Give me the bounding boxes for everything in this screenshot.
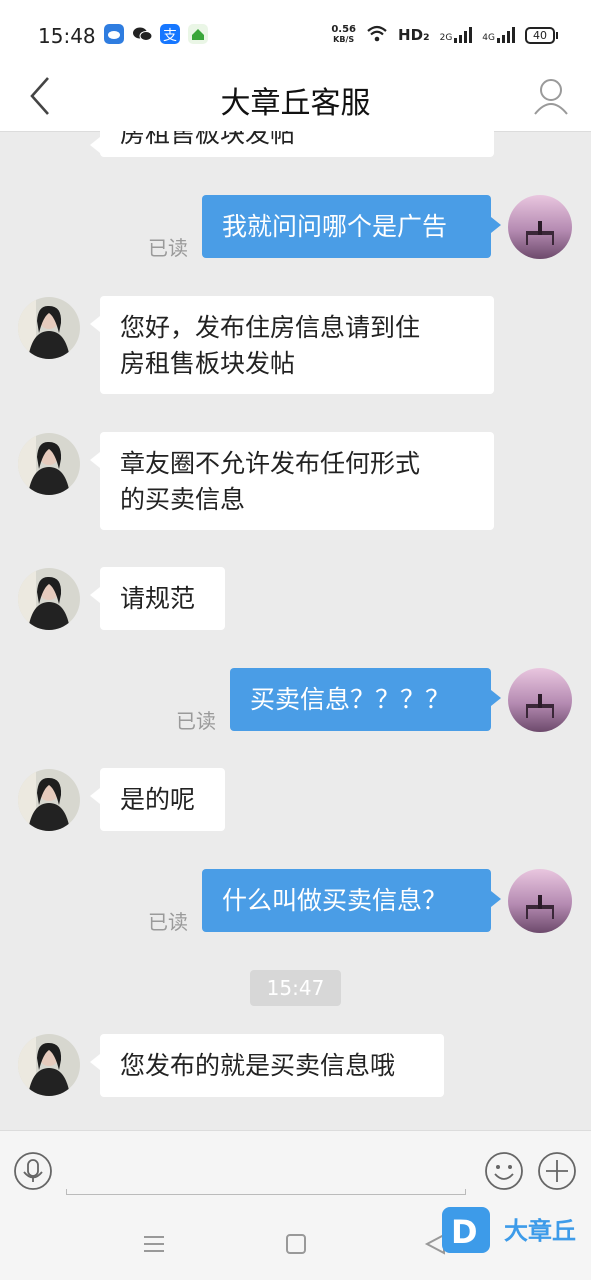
wechat-icon	[132, 24, 153, 44]
timestamp-chip: 15:47	[250, 970, 341, 1006]
message-bubble: 请规范	[90, 567, 225, 630]
read-receipt: 已读	[176, 709, 216, 733]
message-bubble: 买卖信息？？？？	[230, 668, 501, 731]
message-bubble: 您好，发布住房信息请到住 房租售板块发帖	[90, 296, 494, 394]
emoji-button[interactable]	[484, 1151, 524, 1191]
agent-avatar[interactable]	[18, 769, 80, 831]
watermark-text: 大章丘	[504, 1217, 576, 1245]
my-avatar[interactable]	[508, 668, 572, 732]
net-speed: 0.56 KB/S	[331, 24, 357, 45]
agent-avatar[interactable]	[18, 433, 80, 495]
square-icon	[286, 1234, 306, 1254]
agent-avatar[interactable]	[18, 297, 80, 359]
chat-area[interactable]: 房租售板块发帖 已读 我就问问哪个是广告 您好，发布住房信息请到住 房租售板块发…	[0, 131, 591, 1130]
wifi-icon	[366, 24, 388, 46]
input-bar	[0, 1130, 591, 1209]
logo-icon: D	[442, 1207, 490, 1253]
watermark: D 大章丘	[442, 1207, 582, 1257]
status-time: 15:48	[38, 24, 96, 48]
message-bubble: 房租售板块发帖	[90, 131, 494, 157]
alipay-icon: 支	[160, 24, 180, 44]
emoji-icon	[485, 1152, 523, 1190]
microphone-icon	[14, 1152, 52, 1190]
message-bubble: 什么叫做买卖信息？	[202, 869, 501, 932]
my-avatar[interactable]	[508, 195, 572, 259]
svg-text:支: 支	[163, 28, 177, 44]
read-receipt: 已读	[148, 236, 188, 260]
plus-icon	[538, 1152, 576, 1190]
profile-button[interactable]	[529, 74, 573, 118]
read-receipt: 已读	[148, 910, 188, 934]
signal-4g: 4G	[482, 27, 515, 43]
hd-indicator: HD₂	[398, 26, 430, 44]
home-app-icon	[188, 24, 208, 44]
page-title: 大章丘客服	[220, 86, 371, 121]
cloud-app-icon	[104, 24, 124, 44]
message-input[interactable]	[66, 1189, 466, 1195]
message-bubble: 是的呢	[90, 768, 225, 831]
svg-text:D: D	[451, 1213, 478, 1251]
battery-indicator: 40	[525, 26, 558, 44]
more-button[interactable]	[537, 1151, 577, 1191]
user-icon	[534, 79, 568, 115]
agent-avatar[interactable]	[18, 1034, 80, 1096]
menu-icon	[144, 1236, 164, 1252]
message-bubble: 我就问问哪个是广告	[202, 195, 501, 258]
menu-nav-button[interactable]	[140, 1232, 168, 1260]
message-bubble: 您发布的就是买卖信息哦	[90, 1034, 444, 1097]
voice-button[interactable]	[13, 1151, 53, 1191]
agent-avatar[interactable]	[18, 568, 80, 630]
my-avatar[interactable]	[508, 869, 572, 933]
signal-2g: 2G	[440, 27, 473, 43]
status-bar: 15:48 支 0.56 KB/S HD₂ 2G 4G 40	[0, 0, 591, 68]
message-bubble: 章友圈不允许发布任何形式 的买卖信息	[90, 432, 494, 530]
home-nav-button[interactable]	[283, 1232, 309, 1260]
chat-header: 大章丘客服	[0, 68, 591, 132]
